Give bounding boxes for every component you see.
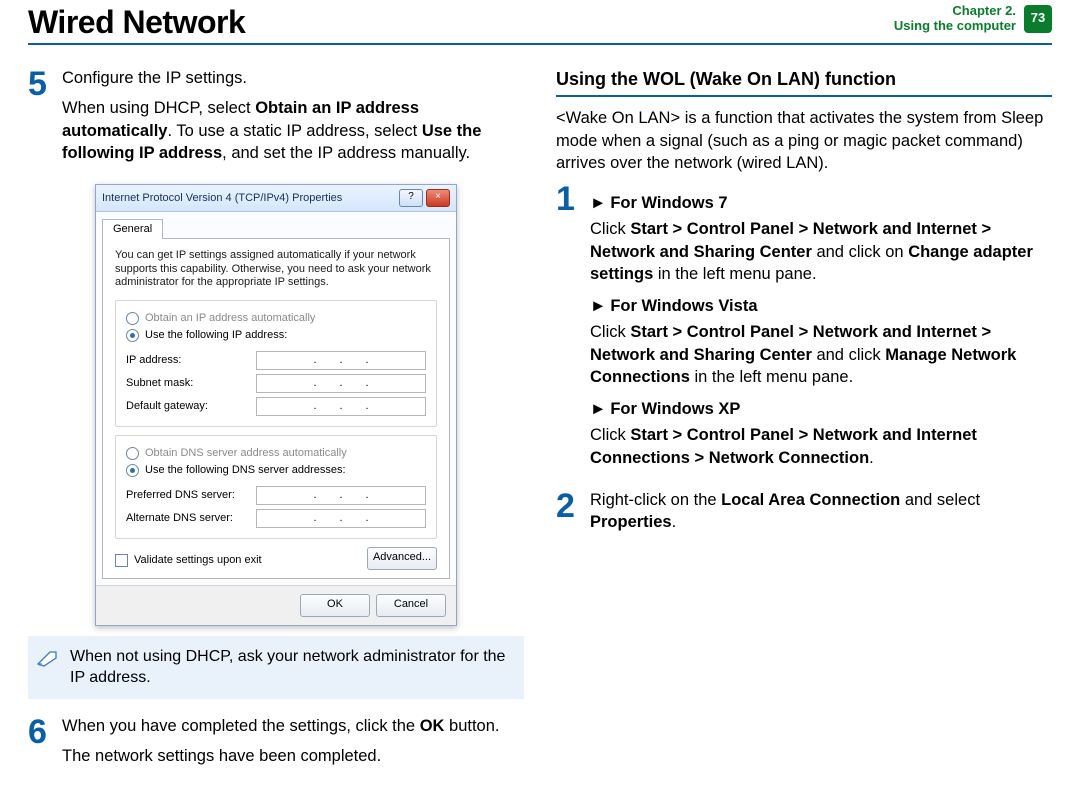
chapter-subline: Using the computer: [894, 19, 1016, 34]
preferred-dns-field[interactable]: ...: [256, 486, 426, 505]
step5-line1: Configure the IP settings.: [62, 67, 524, 89]
step-5: 5 Configure the IP settings. When using …: [28, 67, 524, 172]
step-number: 5: [28, 67, 52, 172]
step6-line2: The network settings have been completed…: [62, 745, 524, 767]
label-ip-address: IP address:: [126, 353, 246, 368]
radio-obtain-ip[interactable]: [126, 312, 139, 325]
note-icon: [36, 648, 60, 668]
for-windows-xp-body: Click Start > Control Panel > Network an…: [590, 424, 1052, 469]
dialog-body: General You can get IP settings assigned…: [96, 212, 456, 584]
advanced-button[interactable]: Advanced...: [367, 547, 437, 570]
dialog-description: You can get IP settings assigned automat…: [115, 249, 437, 290]
cancel-button[interactable]: Cancel: [376, 594, 446, 617]
validate-label: Validate settings upon exit: [134, 553, 262, 568]
radio-use-ip-label: Use the following IP address:: [145, 328, 287, 343]
note-box: When not using DHCP, ask your network ad…: [28, 636, 524, 699]
radio-use-dns-label: Use the following DNS server addresses:: [145, 463, 346, 478]
radio-obtain-dns[interactable]: [126, 447, 139, 460]
dialog-title: Internet Protocol Version 4 (TCP/IPv4) P…: [102, 191, 342, 206]
left-column: 5 Configure the IP settings. When using …: [28, 67, 524, 787]
dialog-titlebar: Internet Protocol Version 4 (TCP/IPv4) P…: [96, 185, 456, 212]
step-number: 2: [556, 489, 580, 542]
note-text: When not using DHCP, ask your network ad…: [70, 646, 512, 689]
step-number: 1: [556, 182, 580, 477]
wol-step2-body: Right-click on the Local Area Connection…: [590, 489, 1052, 534]
section-heading-wol: Using the WOL (Wake On LAN) function: [556, 67, 1052, 97]
validate-checkbox[interactable]: [115, 554, 128, 567]
step6-line1: When you have completed the settings, cl…: [62, 715, 524, 737]
label-subnet-mask: Subnet mask:: [126, 376, 246, 391]
chapter-line: Chapter 2.: [952, 4, 1016, 19]
for-windows-vista-body: Click Start > Control Panel > Network an…: [590, 321, 1052, 388]
close-button[interactable]: ×: [426, 189, 450, 207]
step-number: 6: [28, 715, 52, 776]
radio-use-dns[interactable]: [126, 464, 139, 477]
page-header: Wired Network Chapter 2. Using the compu…: [28, 0, 1052, 45]
page-number-badge: 73: [1024, 5, 1052, 33]
for-windows-xp-head: ►For Windows XP: [590, 398, 1052, 420]
for-windows-7-head: ►For Windows 7: [590, 192, 1052, 214]
step5-line2: When using DHCP, select Obtain an IP add…: [62, 97, 524, 164]
wol-step-2: 2 Right-click on the Local Area Connecti…: [556, 489, 1052, 542]
label-alternate-dns: Alternate DNS server:: [126, 511, 246, 526]
for-windows-vista-head: ►For Windows Vista: [590, 295, 1052, 317]
chapter-info: Chapter 2. Using the computer 73: [894, 4, 1052, 34]
label-default-gateway: Default gateway:: [126, 399, 246, 414]
step-6: 6 When you have completed the settings, …: [28, 715, 524, 776]
radio-use-ip[interactable]: [126, 329, 139, 342]
ok-button[interactable]: OK: [300, 594, 370, 617]
alternate-dns-field[interactable]: ...: [256, 509, 426, 528]
right-column: Using the WOL (Wake On LAN) function <Wa…: [556, 67, 1052, 787]
default-gateway-field[interactable]: ...: [256, 397, 426, 416]
ipv4-properties-dialog: Internet Protocol Version 4 (TCP/IPv4) P…: [95, 184, 457, 625]
page-title: Wired Network: [28, 4, 245, 41]
for-windows-7-body: Click Start > Control Panel > Network an…: [590, 218, 1052, 285]
tab-general[interactable]: General: [102, 219, 163, 239]
dns-fieldset: Obtain DNS server address automatically …: [115, 435, 437, 539]
ip-address-field[interactable]: ...: [256, 351, 426, 370]
wol-step-1: 1 ►For Windows 7 Click Start > Control P…: [556, 182, 1052, 477]
label-preferred-dns: Preferred DNS server:: [126, 488, 246, 503]
ip-fieldset: Obtain an IP address automatically Use t…: [115, 300, 437, 427]
radio-obtain-ip-label: Obtain an IP address automatically: [145, 311, 315, 326]
radio-obtain-dns-label: Obtain DNS server address automatically: [145, 446, 347, 461]
help-button[interactable]: ?: [399, 189, 423, 207]
subnet-mask-field[interactable]: ...: [256, 374, 426, 393]
wol-intro: <Wake On LAN> is a function that activat…: [556, 107, 1052, 174]
